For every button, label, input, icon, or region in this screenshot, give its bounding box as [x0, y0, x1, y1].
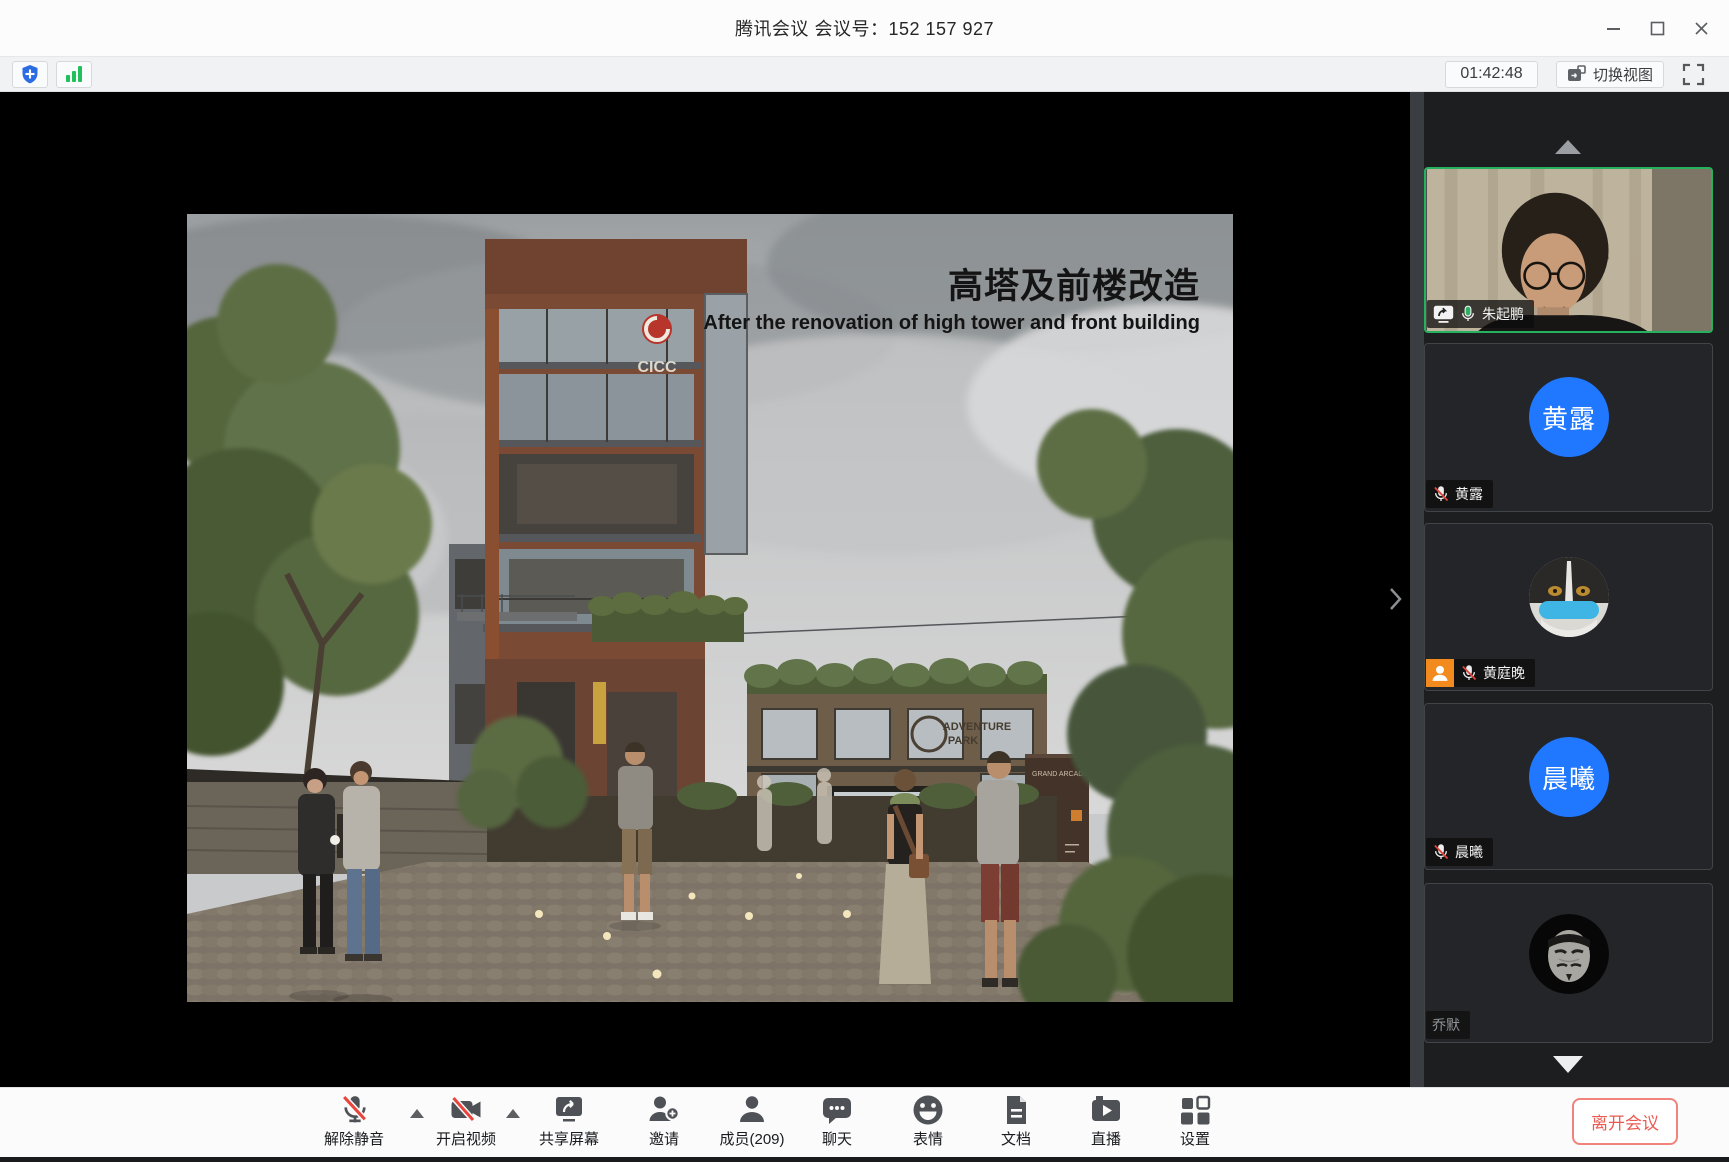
participants-sidebar: 朱起鹏 黄露 黄露 — [1424, 92, 1729, 1087]
slide-title-zh: 高塔及前楼改造 — [703, 258, 1200, 309]
signal-bars-icon — [66, 66, 82, 82]
docs-button[interactable]: 文档 — [968, 1093, 1064, 1149]
mic-on-icon — [1459, 305, 1477, 323]
participant-tile[interactable]: 黄露 黄露 — [1424, 343, 1713, 512]
participant-name: 乔默 — [1432, 1015, 1460, 1035]
live-button[interactable]: 直播 — [1058, 1093, 1154, 1149]
window-title: 腾讯会议 会议号：152 157 927 — [735, 15, 994, 41]
cat-avatar-image — [1529, 557, 1609, 637]
meeting-timer: 01:42:48 — [1445, 61, 1538, 88]
close-button[interactable] — [1679, 0, 1723, 56]
mic-muted-icon — [1432, 843, 1450, 861]
participant-tile[interactable]: 黄庭晚 — [1424, 523, 1713, 691]
titlebar: 腾讯会议 会议号：152 157 927 — [0, 0, 1729, 57]
settings-button[interactable]: 设置 — [1147, 1093, 1243, 1149]
participant-name: 黄庭晚 — [1483, 663, 1525, 683]
svg-text:PARK: PARK — [948, 735, 978, 747]
slide-title-en: After the renovation of high tower and f… — [703, 312, 1200, 335]
stage-sidebar-splitter[interactable] — [1410, 92, 1424, 1087]
participant-name: 朱起鹏 — [1482, 304, 1524, 324]
window-bottom-edge — [0, 1157, 1729, 1162]
video-options-caret[interactable] — [506, 1109, 520, 1118]
docs-label: 文档 — [1001, 1128, 1031, 1149]
scroll-down-arrow[interactable] — [1553, 1056, 1583, 1073]
share-screen-icon — [552, 1093, 586, 1127]
scroll-up-arrow[interactable] — [1555, 140, 1581, 154]
participant-name: 黄露 — [1455, 484, 1483, 504]
security-shield-button[interactable] — [12, 61, 48, 88]
maximize-icon — [1650, 21, 1665, 36]
sidebar-collapse-chevron[interactable] — [1388, 586, 1404, 612]
unmute-button[interactable]: 解除静音 — [306, 1093, 402, 1149]
window-controls — [1591, 0, 1723, 56]
avatar — [1529, 914, 1609, 994]
presentation-slide: CICC — [187, 214, 1233, 1002]
fullscreen-button[interactable] — [1682, 63, 1705, 86]
members-icon — [735, 1093, 769, 1127]
participant-tag: 晨曦 — [1426, 838, 1493, 866]
share-screen-button[interactable]: 共享屏幕 — [521, 1093, 617, 1149]
mic-muted-icon — [338, 1093, 371, 1127]
chat-button[interactable]: 聊天 — [789, 1093, 885, 1149]
participant-tag: 朱起鹏 — [1427, 300, 1534, 328]
invite-label: 邀请 — [649, 1128, 679, 1149]
members-label: 成员(209) — [719, 1128, 784, 1149]
meeting-window: 腾讯会议 会议号：152 157 927 01:42: — [0, 0, 1729, 1162]
mask-avatar-image — [1529, 914, 1609, 994]
svg-text:ADVENTURE: ADVENTURE — [943, 721, 1011, 733]
avatar: 黄露 — [1529, 377, 1609, 457]
participant-tag: 黄庭晚 — [1426, 659, 1535, 687]
fullscreen-icon — [1682, 63, 1705, 86]
participant-tile-video[interactable]: 朱起鹏 — [1424, 167, 1713, 333]
avatar — [1529, 557, 1609, 637]
leave-meeting-button[interactable]: 离开会议 — [1572, 1098, 1678, 1145]
start-video-label: 开启视频 — [436, 1128, 496, 1149]
bottom-toolbar: 解除静音 开启视频 共享屏幕 — [0, 1087, 1729, 1157]
chat-icon — [820, 1093, 854, 1127]
person-badge — [1426, 659, 1454, 687]
close-icon — [1694, 21, 1709, 36]
network-signal-button[interactable] — [56, 61, 92, 88]
minimize-icon — [1606, 21, 1621, 36]
emoji-icon — [911, 1093, 945, 1127]
live-label: 直播 — [1091, 1128, 1121, 1149]
avatar: 晨曦 — [1529, 737, 1609, 817]
screen-sharing-icon — [1433, 305, 1454, 323]
invite-icon — [647, 1093, 681, 1127]
emoji-label: 表情 — [913, 1128, 943, 1149]
participant-tag: 乔默 — [1426, 1011, 1470, 1039]
minimize-button[interactable] — [1591, 0, 1635, 56]
participant-name: 晨曦 — [1455, 842, 1483, 862]
chevron-right-icon — [1388, 586, 1404, 612]
camera-muted-icon — [449, 1093, 483, 1127]
members-button[interactable]: 成员(209) — [704, 1093, 800, 1149]
switch-view-label: 切换视图 — [1593, 64, 1653, 85]
chat-label: 聊天 — [822, 1128, 852, 1149]
shield-plus-icon — [21, 64, 39, 84]
live-icon — [1089, 1093, 1123, 1127]
switch-view-icon — [1567, 65, 1587, 83]
person-badge-icon — [1430, 663, 1450, 683]
docs-icon — [999, 1093, 1033, 1127]
slide-titles: 高塔及前楼改造 After the renovation of high tow… — [703, 258, 1200, 335]
content-area: CICC — [0, 92, 1729, 1087]
shared-screen-stage: CICC — [0, 92, 1410, 1087]
participant-tile[interactable]: 晨曦 晨曦 — [1424, 703, 1713, 870]
top-toolbar: 01:42:48 切换视图 — [0, 57, 1729, 92]
emoji-button[interactable]: 表情 — [880, 1093, 976, 1149]
mic-muted-icon — [1460, 664, 1478, 682]
invite-button[interactable]: 邀请 — [616, 1093, 712, 1149]
settings-label: 设置 — [1180, 1128, 1210, 1149]
switch-view-button[interactable]: 切换视图 — [1556, 61, 1664, 88]
mic-muted-icon — [1432, 485, 1450, 503]
maximize-button[interactable] — [1635, 0, 1679, 56]
participant-tag: 黄露 — [1426, 480, 1493, 508]
unmute-label: 解除静音 — [324, 1128, 384, 1149]
svg-text:CICC: CICC — [637, 359, 677, 376]
start-video-button[interactable]: 开启视频 — [418, 1093, 514, 1149]
share-screen-label: 共享屏幕 — [539, 1128, 599, 1149]
settings-icon — [1178, 1093, 1212, 1127]
participant-tile[interactable]: 乔默 — [1424, 883, 1713, 1043]
